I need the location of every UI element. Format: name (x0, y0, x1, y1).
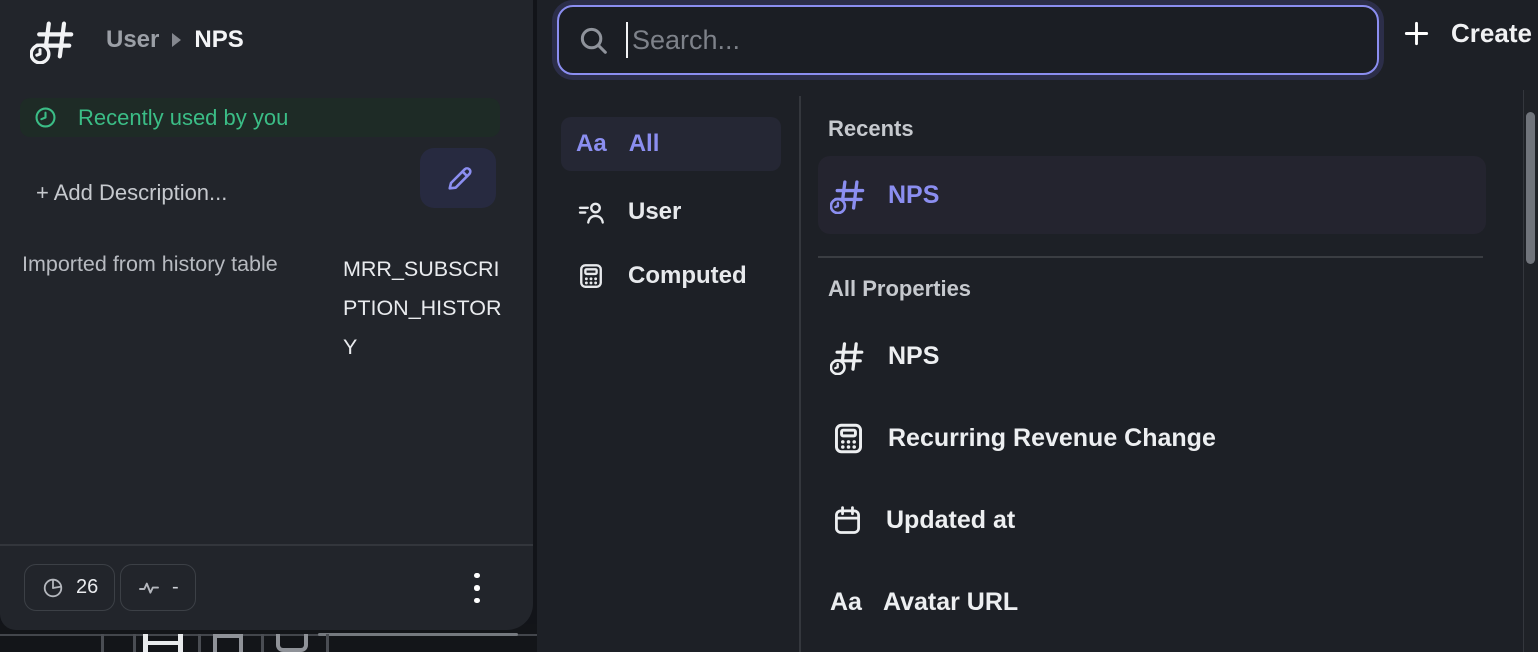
all-properties-header: All Properties (828, 276, 971, 302)
property-item-label: Avatar URL (883, 588, 1018, 617)
background-letter-glyph (276, 634, 308, 652)
search-icon (577, 24, 610, 57)
filter-tabs: Aa All User Computed (537, 96, 799, 652)
pie-chart-icon (41, 576, 65, 600)
add-description-field[interactable]: + Add Description... (36, 180, 227, 206)
trend-value: - (172, 576, 179, 599)
recent-item-label: NPS (888, 181, 939, 210)
section-divider (818, 256, 1483, 258)
create-button[interactable]: Create (1402, 18, 1532, 49)
number-history-icon (830, 338, 867, 375)
calendar-icon (830, 503, 865, 538)
property-item-avatar-url[interactable]: Aa Avatar URL (830, 580, 1490, 624)
text-cursor (626, 22, 628, 58)
property-item-label: Updated at (886, 506, 1015, 535)
tab-user[interactable]: User (561, 185, 781, 239)
tab-computed[interactable]: Computed (561, 249, 781, 303)
search-input[interactable] (632, 25, 1377, 56)
scrollbar-thumb[interactable] (1526, 112, 1535, 264)
tab-label: User (628, 198, 681, 226)
recents-header: Recents (828, 116, 914, 142)
trend-pill-button[interactable]: - (120, 564, 196, 611)
tab-label: All (629, 130, 660, 158)
recent-item-nps[interactable]: NPS (818, 156, 1486, 234)
count-value: 26 (76, 576, 98, 599)
property-item-nps[interactable]: NPS (830, 334, 1490, 378)
activity-icon (137, 576, 161, 600)
calculator-icon (576, 261, 606, 291)
breadcrumb-parent[interactable]: User (106, 26, 159, 54)
edit-description-button[interactable] (420, 148, 496, 208)
user-list-icon (576, 197, 606, 227)
property-search-modal: Create Aa All User Computed (537, 0, 1538, 652)
breadcrumb-current: NPS (194, 26, 243, 54)
property-item-label: NPS (888, 342, 939, 371)
tab-all[interactable]: Aa All (561, 117, 781, 171)
property-item-updated-at[interactable]: Updated at (830, 498, 1490, 542)
number-history-icon (830, 176, 868, 214)
count-pill-button[interactable]: 26 (24, 564, 115, 611)
search-box[interactable] (557, 5, 1379, 75)
scrollbar-track[interactable] (1523, 90, 1538, 652)
text-aa-icon: Aa (830, 588, 862, 617)
property-detail-panel: User NPS Recently used by you + Add Desc… (0, 0, 533, 630)
breadcrumb: User NPS (106, 26, 244, 54)
chevron-right-icon (172, 33, 181, 47)
background-letter-glyph (143, 634, 183, 652)
recently-used-label: Recently used by you (78, 105, 288, 131)
background-letter-glyph (213, 634, 243, 652)
calculator-icon (830, 420, 867, 457)
app-screen: User NPS Recently used by you + Add Desc… (0, 0, 1538, 652)
recently-used-badge: Recently used by you (20, 98, 500, 137)
property-item-label: Recurring Revenue Change (888, 424, 1216, 453)
tab-label: Computed (628, 262, 747, 290)
clock-icon (33, 105, 58, 130)
plus-icon (1402, 19, 1431, 48)
search-results: Recents NPS All Properties NPS Recur (799, 96, 1523, 652)
property-item-recurring-revenue-change[interactable]: Recurring Revenue Change (830, 416, 1490, 460)
panel-footer-divider (0, 544, 533, 546)
pencil-icon (443, 163, 474, 194)
more-options-button[interactable] (462, 566, 492, 610)
imported-table-value: MRR_SUBSCRIPTION_HISTORY (343, 250, 503, 367)
create-button-label: Create (1451, 18, 1532, 49)
number-history-icon (30, 16, 78, 64)
imported-from-label: Imported from history table (22, 252, 278, 277)
text-aa-icon: Aa (576, 130, 607, 158)
